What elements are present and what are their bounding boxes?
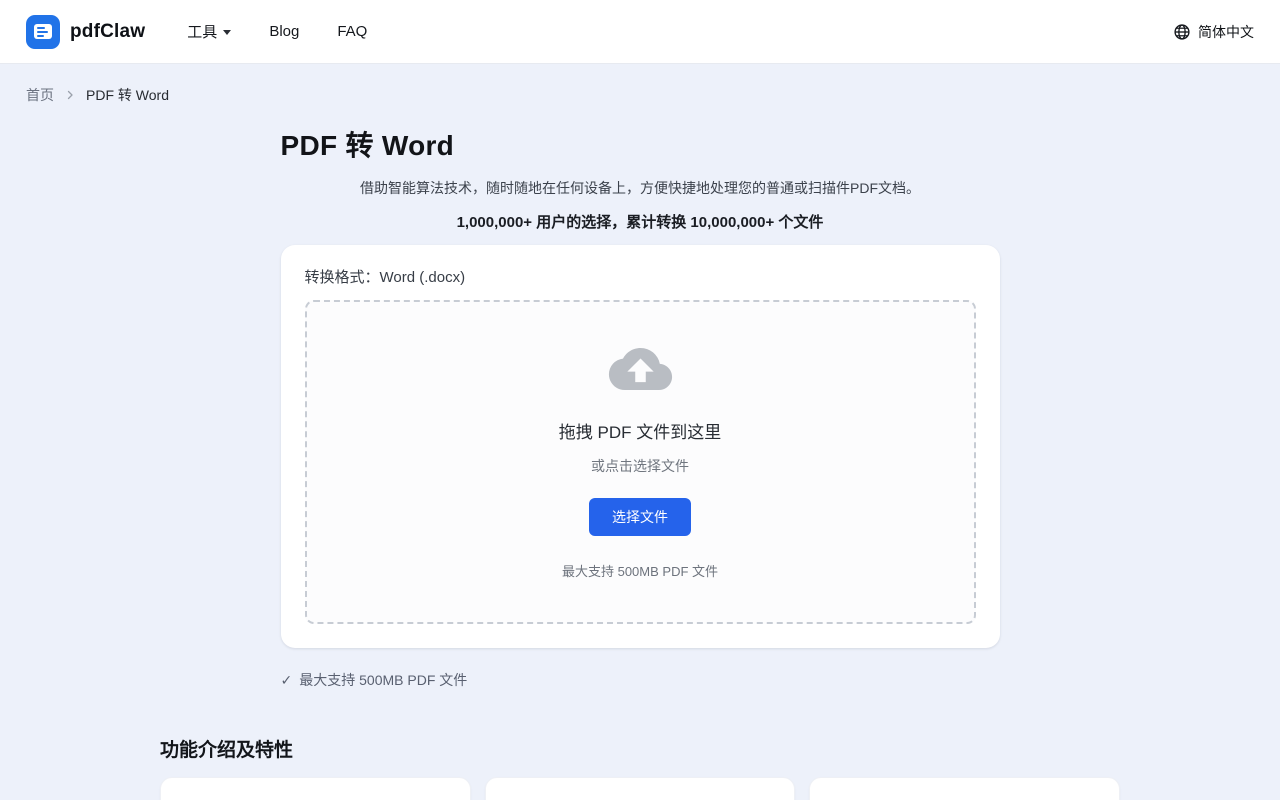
- language-switcher[interactable]: 简体中文: [1173, 22, 1254, 42]
- page-title: PDF 转 Word: [281, 124, 1000, 164]
- breadcrumb-current: PDF 转 Word: [86, 85, 169, 105]
- features-section: 功能介绍及特性 高速转换 绝大多数 PDF 在 30 秒内完成转换，即传即转，无…: [160, 735, 1120, 800]
- hero-section: PDF 转 Word 借助智能算法技术，随时随地在任何设备上，方便快捷地处理您的…: [281, 124, 1000, 232]
- drop-subtitle: 或点击选择文件: [327, 456, 954, 476]
- nav-item-faq[interactable]: FAQ: [337, 23, 367, 40]
- chevron-right-icon: [64, 89, 76, 101]
- breadcrumb-home-link[interactable]: 首页: [26, 85, 54, 105]
- upload-card: 转换格式：Word (.docx) 拖拽 PDF 文件到这里 或点击选择文件 选…: [281, 245, 1000, 648]
- check-icon: ✓: [281, 672, 293, 689]
- language-label: 简体中文: [1198, 22, 1254, 42]
- drop-title: 拖拽 PDF 文件到这里: [327, 418, 954, 443]
- nav-tools-label: 工具: [187, 21, 217, 42]
- support-note-text: 最大支持 500MB PDF 文件: [299, 670, 467, 690]
- nav-item-tools[interactable]: 工具: [187, 21, 231, 42]
- feature-card-format: TT 精准还原格式 文字、段落、字体样式高度还原，大幅减少转换后的手动调整。: [485, 777, 796, 800]
- header: pdfClaw 工具 Blog FAQ 简体中文: [0, 0, 1280, 64]
- brand-name: pdfClaw: [70, 21, 145, 43]
- page-subtitle: 借助智能算法技术，随时随地在任何设备上，方便快捷地处理您的普通或扫描件PDF文档…: [281, 178, 1000, 198]
- feature-card-table: 表格识别 自动识别并还原 PDF 中的表格结构，行列数据清晰对应。: [809, 777, 1120, 800]
- nav-faq-label: FAQ: [337, 23, 367, 40]
- features-heading: 功能介绍及特性: [160, 735, 1120, 762]
- brand-logo[interactable]: pdfClaw: [26, 15, 145, 49]
- support-note: ✓ 最大支持 500MB PDF 文件: [281, 670, 1000, 690]
- caret-down-icon: [223, 30, 231, 35]
- format-label: 转换格式：Word (.docx): [305, 266, 976, 287]
- pdf-document-icon: [26, 15, 60, 49]
- main-nav: 工具 Blog FAQ: [187, 21, 367, 42]
- feature-card-speed: 高速转换 绝大多数 PDF 在 30 秒内完成转换，即传即转，无需排队等待。: [160, 777, 471, 800]
- file-dropzone[interactable]: 拖拽 PDF 文件到这里 或点击选择文件 选择文件 最大支持 500MB PDF…: [305, 300, 976, 624]
- size-hint: 最大支持 500MB PDF 文件: [327, 561, 954, 580]
- breadcrumb: 首页 PDF 转 Word: [0, 64, 1280, 105]
- choose-file-button[interactable]: 选择文件: [589, 498, 691, 536]
- globe-icon: [1173, 23, 1191, 41]
- nav-item-blog[interactable]: Blog: [269, 23, 299, 40]
- cloud-upload-icon: [327, 344, 954, 394]
- feature-grid: 高速转换 绝大多数 PDF 在 30 秒内完成转换，即传即转，无需排队等待。 T…: [160, 777, 1120, 800]
- usage-stats: 1,000,000+ 用户的选择，累计转换 10,000,000+ 个文件: [281, 211, 1000, 232]
- nav-blog-label: Blog: [269, 23, 299, 40]
